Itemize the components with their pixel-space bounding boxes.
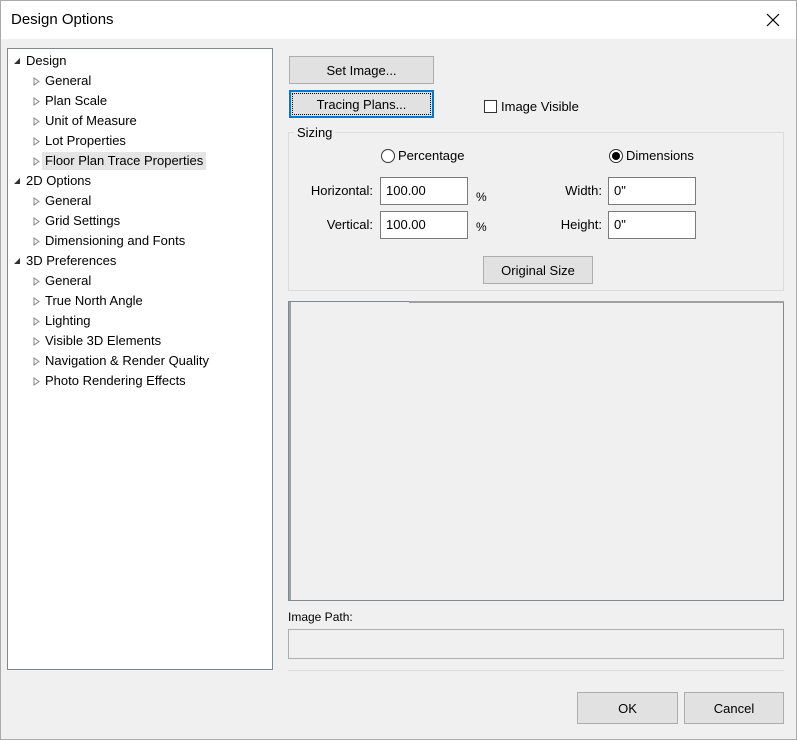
- collapsed-triangle-icon[interactable]: [31, 156, 41, 166]
- radio-circle[interactable]: [609, 148, 623, 163]
- cancel-button[interactable]: Cancel: [684, 692, 784, 724]
- expanded-triangle-icon[interactable]: [12, 256, 22, 266]
- vertical-unit: %: [476, 220, 487, 234]
- image-visible-checkbox[interactable]: Image Visible: [484, 99, 579, 114]
- vertical-label: Vertical:: [326, 217, 373, 232]
- collapsed-triangle-icon[interactable]: [31, 116, 41, 126]
- tree-item[interactable]: Navigation & Render Quality: [8, 352, 270, 370]
- tracing-plans-label: Tracing Plans...: [316, 96, 407, 112]
- tree-item-label: Navigation & Render Quality: [45, 353, 210, 368]
- radio-selected-dot: [612, 151, 620, 160]
- collapsed-triangle-icon[interactable]: [31, 136, 41, 146]
- tree-item-label: True North Angle: [45, 293, 143, 308]
- tree-item-label: General: [45, 193, 92, 208]
- tree-item[interactable]: Photo Rendering Effects: [8, 372, 270, 390]
- collapsed-triangle-icon[interactable]: [31, 376, 41, 386]
- tree-item-label: Design: [26, 53, 67, 68]
- dimensions-radio[interactable]: Dimensions: [609, 148, 694, 163]
- horizontal-unit: %: [476, 190, 487, 204]
- tree-item-label: Photo Rendering Effects: [45, 373, 186, 388]
- percentage-label: Percentage: [398, 148, 465, 163]
- expanded-triangle-icon[interactable]: [12, 56, 22, 66]
- collapsed-triangle-icon[interactable]: [31, 96, 41, 106]
- collapsed-triangle-icon[interactable]: [31, 216, 41, 226]
- set-image-button[interactable]: Set Image...: [289, 56, 434, 84]
- collapsed-triangle-icon[interactable]: [31, 236, 41, 246]
- horizontal-input[interactable]: 100.00: [380, 177, 468, 205]
- collapsed-triangle-icon[interactable]: [31, 356, 41, 366]
- tree-item[interactable]: Dimensioning and Fonts: [8, 232, 270, 250]
- close-button[interactable]: [750, 1, 796, 39]
- expanded-triangle-icon[interactable]: [12, 176, 22, 186]
- tree-item[interactable]: True North Angle: [8, 292, 270, 310]
- tree-item-label: Dimensioning and Fonts: [45, 233, 186, 248]
- design-options-dialog: Design Options Design General Plan Scale Un…: [0, 0, 797, 740]
- tree-item-label: Visible 3D Elements: [45, 333, 162, 348]
- collapsed-triangle-icon[interactable]: [31, 336, 41, 346]
- image-path-field[interactable]: [288, 629, 784, 659]
- width-label: Width:: [565, 183, 602, 198]
- close-icon: [766, 13, 780, 27]
- dimensions-label: Dimensions: [626, 148, 694, 163]
- options-tree[interactable]: Design General Plan Scale Unit of Measure Lo…: [7, 48, 273, 670]
- tree-item[interactable]: Floor Plan Trace Properties: [8, 152, 270, 170]
- original-size-button[interactable]: Original Size: [483, 256, 593, 284]
- tracing-plans-button[interactable]: Tracing Plans...: [289, 90, 434, 118]
- tree-item[interactable]: General: [8, 72, 270, 90]
- tree-item[interactable]: Unit of Measure: [8, 112, 270, 130]
- preview-border-left: [289, 302, 291, 600]
- radio-circle[interactable]: [381, 148, 395, 163]
- tree-item-label: Unit of Measure: [45, 113, 137, 128]
- tree-item[interactable]: 2D Options: [8, 172, 270, 190]
- collapsed-triangle-icon[interactable]: [31, 76, 41, 86]
- collapsed-triangle-icon[interactable]: [31, 276, 41, 286]
- collapsed-triangle-icon[interactable]: [31, 196, 41, 206]
- collapsed-triangle-icon[interactable]: [31, 316, 41, 326]
- tree-item-label: 2D Options: [26, 173, 92, 188]
- collapsed-triangle-icon[interactable]: [31, 296, 41, 306]
- image-path-label: Image Path:: [288, 610, 353, 624]
- sizing-group-label: Sizing: [294, 125, 336, 140]
- window-title: Design Options: [11, 11, 114, 28]
- ok-button[interactable]: OK: [577, 692, 678, 724]
- separator: [288, 670, 784, 671]
- tree-item[interactable]: 3D Preferences: [8, 252, 270, 270]
- height-input[interactable]: 0": [608, 211, 696, 239]
- tree-item-label: General: [45, 73, 92, 88]
- title-bar: Design Options: [1, 1, 796, 39]
- image-preview: [288, 301, 784, 601]
- horizontal-label: Horizontal:: [310, 183, 373, 198]
- vertical-input[interactable]: 100.00: [380, 211, 468, 239]
- tree-item[interactable]: Plan Scale: [8, 92, 270, 110]
- tree-item[interactable]: Lot Properties: [8, 132, 270, 150]
- tree-item[interactable]: Visible 3D Elements: [8, 332, 270, 350]
- checkbox-box[interactable]: [484, 100, 497, 113]
- tree-item[interactable]: General: [8, 192, 270, 210]
- tree-item-label: 3D Preferences: [26, 253, 117, 268]
- height-label: Height:: [560, 217, 602, 232]
- tree-item-label: Floor Plan Trace Properties: [42, 152, 207, 170]
- tree-item-label: Plan Scale: [45, 93, 108, 108]
- tree-item-label: General: [45, 273, 92, 288]
- tree-item[interactable]: Design: [8, 52, 270, 70]
- tree-item-label: Grid Settings: [45, 213, 121, 228]
- tree-item-label: Lot Properties: [45, 133, 126, 148]
- image-visible-label: Image Visible: [501, 99, 579, 114]
- tree-item[interactable]: Grid Settings: [8, 212, 270, 230]
- width-input[interactable]: 0": [608, 177, 696, 205]
- preview-border-top: [409, 301, 784, 303]
- tree-item-label: Lighting: [45, 313, 91, 328]
- tree-item[interactable]: Lighting: [8, 312, 270, 330]
- percentage-radio[interactable]: Percentage: [381, 148, 465, 163]
- tree-item[interactable]: General: [8, 272, 270, 290]
